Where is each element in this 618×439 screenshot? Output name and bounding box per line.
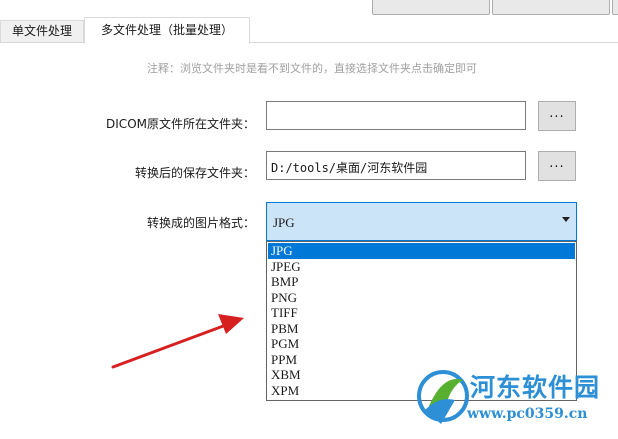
- watermark: 河东软件园 www.pc0359.cn: [415, 366, 615, 432]
- watermark-url: www.pc0359.cn: [467, 406, 588, 422]
- watermark-name: 河东软件园: [470, 373, 601, 402]
- watermark-logo-icon: [417, 370, 469, 424]
